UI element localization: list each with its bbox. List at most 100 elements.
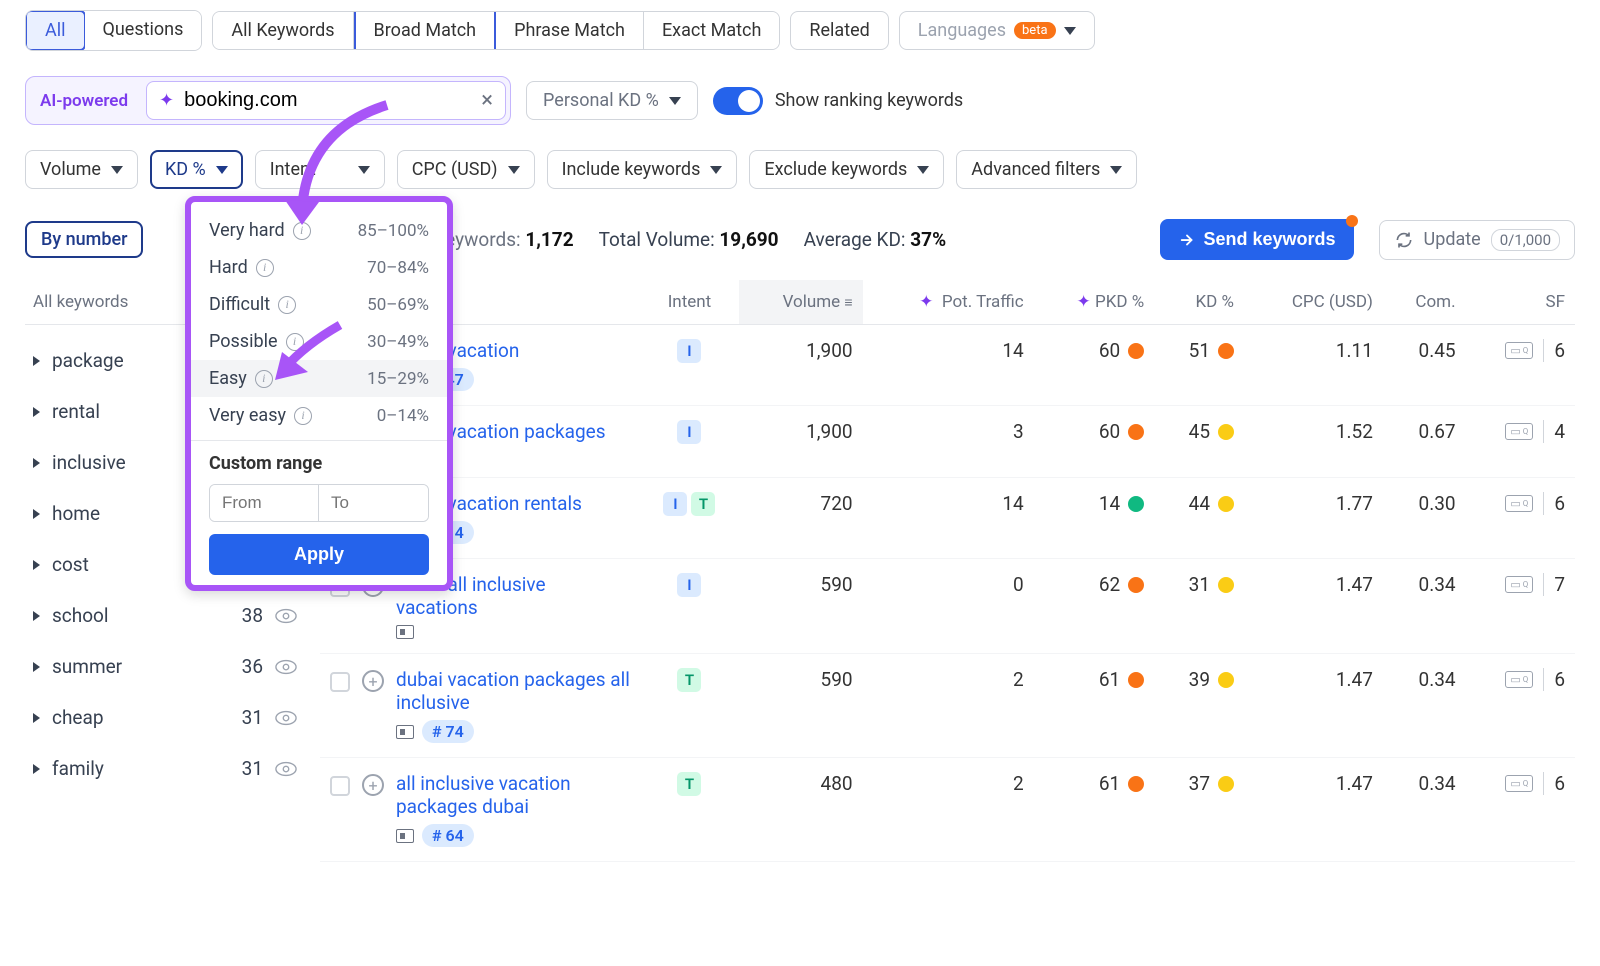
- col-intent[interactable]: Intent: [640, 280, 739, 325]
- cpc-cell: 1.77: [1244, 478, 1383, 559]
- eye-icon: [275, 710, 297, 726]
- serp-features-icon[interactable]: ▭Q: [1505, 423, 1533, 440]
- ai-domain-input[interactable]: [184, 89, 471, 112]
- personal-kd-filter[interactable]: Personal KD %: [526, 81, 698, 120]
- cpc-cell: 1.47: [1244, 654, 1383, 758]
- filter-volume[interactable]: Volume: [25, 150, 138, 189]
- col-pot-traffic[interactable]: ✦ Pot. Traffic: [863, 280, 1034, 325]
- filter-advanced[interactable]: Advanced filters: [956, 150, 1137, 189]
- pot-traffic-cell: 14: [863, 325, 1034, 406]
- col-volume[interactable]: Volume ≡: [739, 280, 863, 325]
- stats-row: Keywords: 1,172 Total Volume: 19,690 Ave…: [433, 228, 1134, 251]
- eye-icon: [275, 608, 297, 624]
- apply-button[interactable]: Apply: [209, 534, 429, 575]
- kd-option-possible[interactable]: Possible i30–49%: [191, 323, 447, 360]
- tab-all[interactable]: All: [25, 10, 86, 51]
- sidebar-item-family[interactable]: family 31: [25, 743, 305, 794]
- sidebar-item-school[interactable]: school 38: [25, 590, 305, 641]
- add-keyword-icon[interactable]: +: [362, 774, 384, 796]
- cpc-cell: 1.47: [1244, 758, 1383, 862]
- sort-icon: ≡: [844, 295, 852, 311]
- sf-cell: ▭Q4: [1476, 420, 1565, 443]
- row-checkbox[interactable]: [330, 672, 350, 692]
- clear-input-icon[interactable]: ×: [481, 88, 493, 113]
- serp-icon[interactable]: [396, 725, 414, 739]
- kd-cell: 31: [1189, 573, 1234, 596]
- kd-option-very-easy[interactable]: Very easy i0–14%: [191, 397, 447, 434]
- range-from-input[interactable]: [210, 485, 319, 521]
- beta-badge: beta: [1014, 22, 1056, 39]
- range-to-input[interactable]: [319, 485, 428, 521]
- by-number-toggle[interactable]: By number: [25, 221, 143, 258]
- difficulty-dot-icon: [1218, 424, 1234, 440]
- sidebar-item-cheap[interactable]: cheap 31: [25, 692, 305, 743]
- kd-option-hard[interactable]: Hard i70–84%: [191, 249, 447, 286]
- tab-related[interactable]: Related: [790, 11, 888, 50]
- serp-icon[interactable]: [396, 625, 414, 639]
- cpc-cell: 1.52: [1244, 406, 1383, 478]
- keyword-link[interactable]: all inclusive vacation packages dubai: [396, 772, 630, 818]
- ai-powered-label: AI-powered: [30, 87, 138, 115]
- kd-option-difficult[interactable]: Difficult i50–69%: [191, 286, 447, 323]
- chevron-down-icon: [216, 166, 228, 174]
- add-keyword-icon[interactable]: +: [362, 670, 384, 692]
- sidebar-item-count: 31: [242, 757, 263, 780]
- serp-features-icon[interactable]: ▭Q: [1505, 576, 1533, 593]
- send-keywords-button[interactable]: Send keywords: [1160, 219, 1354, 260]
- serp-features-icon[interactable]: ▭Q: [1505, 495, 1533, 512]
- kd-option-easy[interactable]: Easy i15–29%: [191, 360, 447, 397]
- kd-cell: 45: [1189, 420, 1234, 443]
- chevron-down-icon: [917, 166, 929, 174]
- serp-features-icon[interactable]: ▭Q: [1505, 671, 1533, 688]
- tab-all-keywords[interactable]: All Keywords: [213, 12, 353, 49]
- sidebar-item-count: 31: [242, 706, 263, 729]
- col-kd[interactable]: KD %: [1154, 280, 1244, 325]
- sidebar-item-count: 38: [242, 604, 263, 627]
- filter-include[interactable]: Include keywords: [547, 150, 738, 189]
- tab-languages[interactable]: Languages beta: [899, 11, 1095, 50]
- com-cell: 0.30: [1383, 478, 1466, 559]
- custom-range-label: Custom range: [209, 453, 429, 474]
- tab-exact-match[interactable]: Exact Match: [644, 12, 779, 49]
- chevron-down-icon: [358, 166, 370, 174]
- volume-cell: 590: [739, 559, 863, 654]
- row-checkbox[interactable]: [330, 776, 350, 796]
- tab-group-2: All Keywords Broad Match Phrase Match Ex…: [212, 11, 780, 50]
- serp-icon[interactable]: [396, 829, 414, 843]
- chevron-right-icon: [33, 611, 40, 621]
- serp-features-icon[interactable]: ▭Q: [1505, 775, 1533, 792]
- volume-cell: 1,900: [739, 325, 863, 406]
- col-sf[interactable]: SF: [1466, 280, 1575, 325]
- sf-cell: ▭Q6: [1476, 668, 1565, 691]
- chevron-right-icon: [33, 356, 40, 366]
- col-com[interactable]: Com.: [1383, 280, 1466, 325]
- filter-cpc[interactable]: CPC (USD): [397, 150, 535, 189]
- volume-cell: 590: [739, 654, 863, 758]
- tab-broad-match[interactable]: Broad Match: [354, 12, 497, 49]
- sparkle-icon: ✦: [159, 90, 174, 111]
- intent-badge-T: T: [677, 772, 701, 796]
- col-pkd[interactable]: ✦ PKD %: [1034, 280, 1154, 325]
- sidebar-item-label: summer: [52, 655, 230, 678]
- filter-intent[interactable]: Intent: [255, 150, 385, 189]
- tab-phrase-match[interactable]: Phrase Match: [496, 12, 644, 49]
- top-tabs: All Questions All Keywords Broad Match P…: [25, 10, 1575, 51]
- filter-exclude[interactable]: Exclude keywords: [749, 150, 944, 189]
- difficulty-dot-icon: [1128, 496, 1144, 512]
- keyword-link[interactable]: dubai vacation packages all inclusive: [396, 668, 630, 714]
- rank-badge: # 64: [422, 824, 474, 847]
- col-cpc[interactable]: CPC (USD): [1244, 280, 1383, 325]
- chevron-down-icon: [1110, 166, 1122, 174]
- serp-features-icon[interactable]: ▭Q: [1505, 342, 1533, 359]
- intent-badge-I: I: [677, 339, 701, 363]
- update-button[interactable]: Update 0/1,000: [1379, 220, 1575, 260]
- tab-questions[interactable]: Questions: [85, 11, 202, 50]
- show-ranking-toggle[interactable]: [713, 87, 763, 115]
- sidebar-item-summer[interactable]: summer 36: [25, 641, 305, 692]
- kd-option-very-hard[interactable]: Very hard i85–100%: [191, 212, 447, 249]
- filter-kd[interactable]: KD %: [150, 150, 243, 189]
- com-cell: 0.34: [1383, 758, 1466, 862]
- com-cell: 0.67: [1383, 406, 1466, 478]
- intent-badge-I: I: [677, 420, 701, 444]
- sf-cell: ▭Q7: [1476, 573, 1565, 596]
